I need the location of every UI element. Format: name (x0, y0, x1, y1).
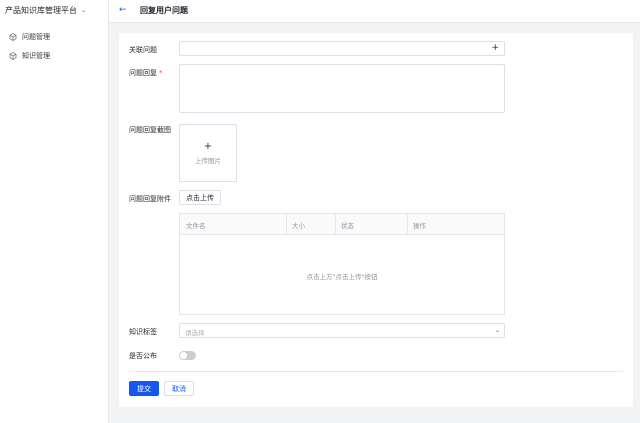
back-arrow-icon[interactable]: ← (119, 5, 127, 15)
submit-button[interactable]: 提交 (129, 381, 159, 396)
column-header-actions: 操作 (413, 222, 426, 230)
cancel-button[interactable]: 取消 (164, 381, 194, 396)
attachment-label: 问题回复附件 (129, 195, 171, 203)
related-question-input[interactable]: + (179, 41, 505, 56)
reply-label: 问题回复 * (129, 68, 163, 78)
reply-textarea[interactable] (179, 64, 505, 113)
plus-icon: + (203, 140, 213, 152)
table-empty-text: 点击上方"点击上传"按钮 (306, 273, 378, 281)
chevron-down-icon: ⌄ (81, 6, 87, 14)
page-header: ← 回复用户问题 (109, 0, 640, 23)
table-header: 文件名 大小 状态 操作 (180, 214, 504, 235)
cube-icon (9, 33, 17, 41)
cube-icon (9, 52, 17, 60)
sidebar-item-label: 问题管理 (22, 33, 50, 41)
brand-title: 产品知识库管理平台 (5, 5, 77, 15)
sidebar-item-label: 知识管理 (22, 52, 50, 60)
tag-select[interactable]: 请选择 ⌄ (179, 323, 505, 338)
upload-button[interactable]: 点击上传 (179, 190, 221, 205)
reply-label-text: 问题回复 (129, 69, 157, 77)
required-mark: * (159, 69, 163, 77)
column-header-status: 状态 (341, 222, 354, 230)
sidebar-item-questions[interactable]: 问题管理 (9, 31, 50, 43)
column-divider (407, 214, 408, 235)
divider (129, 371, 623, 372)
toggle-knob (180, 352, 187, 359)
tag-select-placeholder: 请选择 (185, 329, 205, 337)
attachment-table: 文件名 大小 状态 操作 点击上方"点击上传"按钮 (179, 213, 505, 315)
publish-toggle[interactable] (179, 351, 196, 360)
publish-label: 是否公布 (129, 352, 157, 360)
screenshot-label: 问题回复截图 (129, 126, 171, 134)
app-switcher[interactable]: 产品知识库管理平台 ⌄ (5, 4, 86, 16)
plus-icon[interactable]: + (491, 43, 499, 53)
column-divider (286, 214, 287, 235)
chevron-down-icon: ⌄ (494, 327, 500, 334)
tag-label: 知识标签 (129, 328, 157, 336)
column-header-size: 大小 (292, 222, 305, 230)
column-divider (335, 214, 336, 235)
page-title: 回复用户问题 (140, 6, 188, 15)
sidebar: 产品知识库管理平台 ⌄ 问题管理 知识管理 (0, 0, 109, 423)
sidebar-item-knowledge[interactable]: 知识管理 (9, 50, 50, 62)
related-question-label: 关联问题 (129, 46, 157, 54)
image-upload[interactable]: + 上传图片 (179, 124, 237, 182)
column-header-filename: 文件名 (186, 222, 206, 230)
upload-image-text: 上传图片 (195, 156, 221, 165)
